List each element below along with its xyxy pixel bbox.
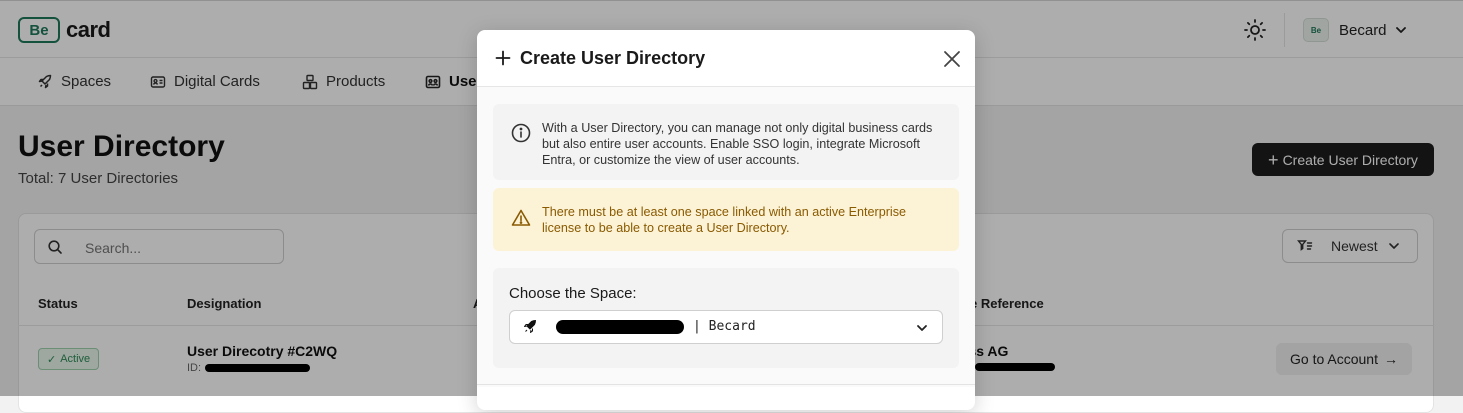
warning-text: There must be at least one space linked … <box>542 205 907 235</box>
space-select-value: | Becard <box>693 319 756 334</box>
modal-title: Create User Directory <box>520 48 706 68</box>
info-text: With a User Directory, you can manage no… <box>542 121 933 167</box>
close-button[interactable] <box>941 48 963 70</box>
create-user-directory-modal: Create User Directory With a User Direct… <box>477 30 975 410</box>
info-icon <box>511 123 531 143</box>
chevron-down-icon <box>917 325 927 331</box>
modal-body: With a User Directory, you can manage no… <box>477 87 975 387</box>
plus-icon <box>495 50 511 66</box>
choose-space-section: Choose the Space: | Becard <box>493 268 959 368</box>
close-icon <box>944 51 960 67</box>
info-callout: With a User Directory, you can manage no… <box>493 104 959 180</box>
modal-footer-divider <box>477 384 975 385</box>
warning-callout: There must be at least one space linked … <box>493 188 959 251</box>
space-select[interactable]: | Becard <box>509 310 943 344</box>
rocket-icon <box>524 320 536 333</box>
modal-header: Create User Directory <box>477 30 975 87</box>
redaction-mark <box>556 320 684 334</box>
warning-icon <box>511 209 531 226</box>
choose-space-label: Choose the Space: <box>509 285 637 302</box>
